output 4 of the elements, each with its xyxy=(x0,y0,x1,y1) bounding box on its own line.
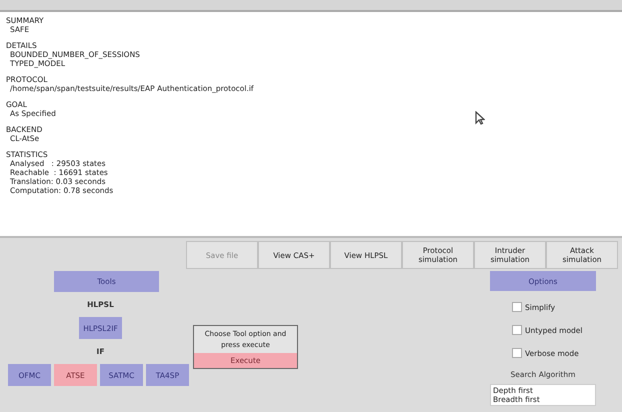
checkbox[interactable] xyxy=(512,302,522,312)
pointer-icon xyxy=(475,111,485,125)
checkbox[interactable] xyxy=(512,348,522,358)
checkbox[interactable] xyxy=(512,325,522,335)
